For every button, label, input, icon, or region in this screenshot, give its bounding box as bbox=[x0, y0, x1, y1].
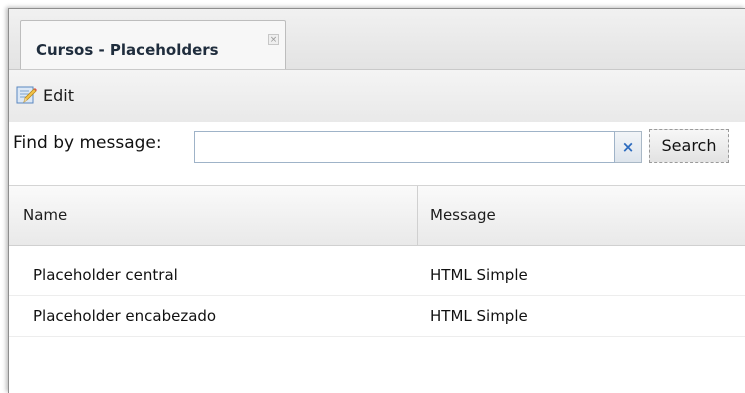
column-header-message[interactable]: Message bbox=[418, 186, 745, 245]
tab-close-icon[interactable]: × bbox=[268, 34, 279, 45]
edit-label: Edit bbox=[43, 85, 74, 105]
cell-name: Placeholder central bbox=[33, 266, 178, 284]
grid-header: Name Message bbox=[9, 185, 745, 246]
find-by-message-label: Find by message: bbox=[13, 133, 162, 153]
edit-icon bbox=[15, 84, 37, 106]
table-row[interactable]: Placeholder encabezado HTML Simple bbox=[9, 296, 745, 337]
table-row[interactable]: Placeholder central HTML Simple bbox=[9, 255, 745, 296]
cell-name: Placeholder encabezado bbox=[33, 307, 217, 325]
window-frame: Cursos - Placeholders × Edit Find by mes… bbox=[8, 8, 745, 393]
results-grid: Name Message Placeholder central HTML Si… bbox=[9, 185, 745, 393]
search-button[interactable]: Search bbox=[649, 129, 729, 163]
tab-strip: Cursos - Placeholders × bbox=[9, 9, 745, 70]
tab-title: Cursos - Placeholders bbox=[36, 41, 219, 59]
toolbar: Edit bbox=[9, 70, 745, 122]
tab-cursos-placeholders[interactable]: Cursos - Placeholders × bbox=[20, 20, 286, 69]
column-header-name[interactable]: Name bbox=[9, 186, 418, 245]
cell-message: HTML Simple bbox=[430, 307, 528, 325]
edit-button[interactable]: Edit bbox=[15, 82, 74, 108]
cell-message: HTML Simple bbox=[430, 266, 528, 284]
search-input[interactable] bbox=[194, 131, 615, 163]
search-bar: Find by message: × Search bbox=[9, 122, 745, 185]
clear-icon[interactable]: × bbox=[615, 131, 642, 163]
